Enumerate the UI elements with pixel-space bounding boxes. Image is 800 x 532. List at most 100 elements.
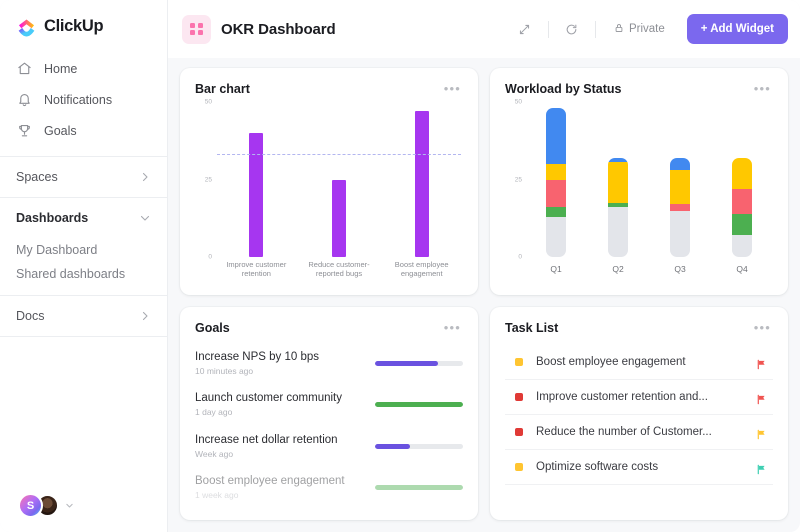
task-name: Improve customer retention and... [536,391,708,403]
stack-segment[interactable] [732,188,752,214]
x-axis-label: Q3 [674,264,686,274]
goal-row[interactable]: Increase net dollar retention Week ago [195,430,463,469]
bar[interactable] [249,133,264,257]
task-list-widget: Task List ••• Boost employee engagement I… [490,307,788,520]
x-axis-label: Reduce customer-reported bugs [308,260,370,279]
top-header: OKR Dashboard Private + Add Widget [168,0,800,58]
stacked-bar-column[interactable] [711,102,773,257]
stack-segment[interactable] [546,216,566,257]
refresh-icon[interactable] [559,16,585,42]
task-status-square[interactable] [515,393,523,401]
stacked-bar-column[interactable] [525,102,587,257]
x-axis-label: Boost employee engagement [394,260,449,279]
goal-progress-track[interactable] [375,361,463,366]
goal-row[interactable]: Boost employee engagement 1 week ago [195,471,463,510]
workload-x-labels: Q1 Q2 Q3 Q4 [525,257,773,285]
stack-segment[interactable] [732,235,752,257]
sidebar-item-goals[interactable]: Goals [0,115,167,146]
goal-progress-fill [375,484,463,490]
stacked-bar-column[interactable] [587,102,649,257]
stack-segment[interactable] [670,170,690,205]
flag-icon[interactable] [756,427,767,439]
stack-segment[interactable] [670,157,690,171]
flag-icon[interactable] [756,462,767,474]
bar[interactable] [332,179,346,257]
sidebar-item-docs[interactable]: Docs [0,296,167,336]
y-axis-tick: 0 [208,253,212,261]
bar[interactable] [414,111,429,257]
task-row[interactable]: Boost employee engagement [505,345,773,380]
stacked-bar-column[interactable] [649,102,711,257]
more-options-icon[interactable]: ••• [752,321,773,335]
task-status-square[interactable] [515,428,523,436]
sidebar-item-shared-dashboards[interactable]: Shared dashboards [0,262,167,286]
x-axis-label: Q1 [550,264,562,274]
stack-segment[interactable] [546,179,566,208]
bar-chart-plot: Improve customer retention Reduce custome… [215,102,463,285]
sidebar-item-label: Goals [44,123,77,138]
goal-name: Increase NPS by 10 bps [195,351,320,363]
privacy-status[interactable]: Private [606,19,673,40]
sidebar-item-notifications[interactable]: Notifications [0,84,167,115]
more-options-icon[interactable]: ••• [442,321,463,335]
widget-header: Bar chart ••• [195,82,463,96]
widget-header: Workload by Status ••• [505,82,773,96]
task-status-square[interactable] [515,358,523,366]
stack-segment[interactable] [670,210,690,257]
sidebar-section-label: Dashboards [16,211,89,225]
more-options-icon[interactable]: ••• [442,82,463,96]
sidebar-user-footer[interactable]: S [0,493,167,532]
task-row[interactable]: Improve customer retention and... [505,380,773,415]
stacked-bar[interactable] [732,157,752,257]
more-options-icon[interactable]: ••• [752,82,773,96]
goal-progress-track[interactable] [375,402,463,408]
stack-segment[interactable] [608,207,628,257]
sidebar-item-home[interactable]: Home [0,53,167,84]
bar-chart-inner [215,102,463,257]
flag-icon[interactable] [756,392,767,404]
brand-logo-area[interactable]: ClickUp [0,0,167,51]
header-separator [547,20,549,38]
stack-segment[interactable] [546,164,566,180]
bar-column[interactable] [380,102,463,257]
sidebar-item-spaces[interactable]: Spaces [0,157,167,197]
expand-arrows-icon[interactable] [512,16,538,42]
goal-progress-track[interactable] [375,443,463,449]
stacked-bar[interactable] [670,157,690,257]
stack-segment[interactable] [546,108,566,164]
goal-timestamp: 10 minutes ago [195,366,254,376]
avatar[interactable]: S [18,493,43,518]
chevron-down-icon [139,212,151,224]
x-axis-label: Improve customer retention [226,260,287,279]
goal-row[interactable]: Increase NPS by 10 bps 10 minutes ago [195,347,463,386]
widget-title: Goals [195,321,230,335]
flag-icon[interactable] [756,357,767,369]
goal-name: Launch customer community [195,392,343,405]
stack-segment[interactable] [732,213,752,236]
sidebar-section-label: Docs [16,309,45,323]
stacked-bar[interactable] [546,108,566,257]
sidebar: ClickUp Home Notifications Goals Spaces … [0,0,168,532]
stack-segment[interactable] [608,162,628,203]
chevron-down-icon[interactable] [65,501,74,510]
goal-progress-track[interactable] [375,484,463,490]
bar-column[interactable] [215,102,298,257]
add-widget-button[interactable]: + Add Widget [686,14,788,44]
y-axis-tick: 25 [204,176,212,183]
clickup-app-window: ClickUp Home Notifications Goals Spaces … [0,0,800,532]
sidebar-item-my-dashboard[interactable]: My Dashboard [0,238,167,262]
goal-texts: Launch customer community 1 day ago [195,392,365,417]
main-area: OKR Dashboard Private + Add Widget Bar c… [168,0,800,532]
stacked-bar[interactable] [608,157,628,257]
goal-row[interactable]: Launch customer community 1 day ago [195,388,463,427]
task-row[interactable]: Reduce the number of Customer... [505,415,773,450]
sidebar-item-dashboards[interactable]: Dashboards [0,198,167,238]
page-title: OKR Dashboard [221,20,336,38]
stack-segment[interactable] [732,157,752,189]
stack-segment[interactable] [546,207,566,217]
brand-name: ClickUp [44,17,104,35]
task-row[interactable]: Optimize software costs [505,450,773,485]
bar-column[interactable] [298,102,381,257]
task-status-square[interactable] [515,463,523,471]
